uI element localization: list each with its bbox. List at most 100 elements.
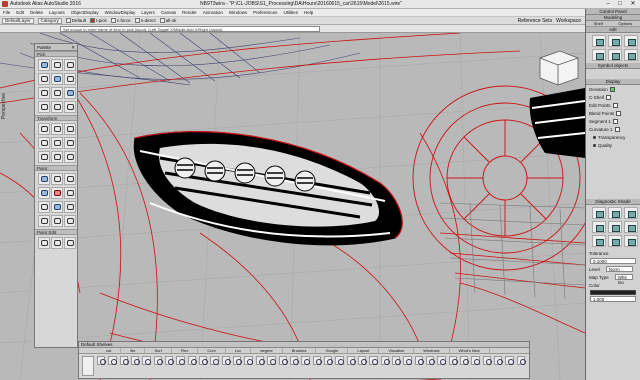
shelf-tab[interactable]: Loc bbox=[226, 348, 252, 353]
shelf-tool-icon[interactable] bbox=[335, 356, 345, 365]
shelf-tool-icon[interactable] bbox=[153, 356, 164, 365]
menu-edit[interactable]: Edit bbox=[16, 10, 24, 15]
shelf-tool-icon[interactable] bbox=[437, 356, 447, 365]
shelf-tool-icon[interactable] bbox=[108, 356, 118, 365]
color-field[interactable]: 1.000 bbox=[590, 296, 636, 302]
shelf-tool-icon[interactable] bbox=[403, 356, 413, 365]
menu-preferences[interactable]: Preferences bbox=[253, 10, 277, 15]
shelf-tab[interactable]: Visualize bbox=[379, 348, 415, 353]
pick-tool-icon[interactable] bbox=[51, 59, 63, 71]
transform-tool-icon[interactable] bbox=[51, 137, 63, 149]
pick-tool-icon[interactable] bbox=[51, 73, 63, 85]
menu-windows[interactable]: Windows bbox=[229, 10, 247, 15]
transform-tool-icon[interactable] bbox=[64, 137, 76, 149]
edit-tool-icon[interactable] bbox=[624, 35, 638, 47]
pick-tool-icon[interactable] bbox=[51, 101, 63, 113]
paint-edit-icon[interactable] bbox=[51, 237, 63, 249]
shelf-tool-icon[interactable] bbox=[244, 356, 254, 365]
display-row[interactable]: Segment 1 bbox=[586, 117, 640, 125]
menu-layers[interactable]: Layers bbox=[141, 10, 155, 15]
brush-tool-icon[interactable] bbox=[51, 201, 63, 213]
display-row[interactable]: Edit Points bbox=[586, 101, 640, 109]
tab-options[interactable]: Options bbox=[618, 21, 632, 26]
shelf-tool-icon[interactable] bbox=[278, 356, 288, 365]
shelf-tool-icon[interactable] bbox=[516, 356, 527, 365]
shelf-tool-icon[interactable] bbox=[391, 356, 402, 365]
category-select[interactable]: Category bbox=[37, 17, 62, 24]
shade-mode-icon[interactable] bbox=[624, 221, 638, 233]
transform-tool-icon[interactable] bbox=[51, 151, 63, 163]
checkbox[interactable] bbox=[605, 94, 611, 100]
shade-mode-icon[interactable] bbox=[592, 207, 606, 219]
menu-objectdisplay[interactable]: ObjectDisplay bbox=[71, 10, 99, 15]
maximize-button[interactable]: □ bbox=[614, 0, 626, 8]
pick-tool-icon[interactable] bbox=[38, 73, 50, 85]
workspace-button[interactable]: Workspace bbox=[556, 18, 581, 24]
paint-edit-icon[interactable] bbox=[38, 237, 50, 249]
pick-tool-icon[interactable] bbox=[38, 59, 50, 71]
shelf-tool-icon[interactable] bbox=[380, 356, 390, 365]
shade-mode-icon[interactable] bbox=[624, 207, 638, 219]
shelf-tab[interactable]: What's New bbox=[450, 348, 490, 353]
menu-utilities[interactable]: Utilities bbox=[283, 10, 298, 15]
reference-sets-button[interactable]: Reference Sets bbox=[518, 18, 552, 24]
checkbox[interactable] bbox=[616, 110, 622, 116]
menu-canvas[interactable]: Canvas bbox=[161, 10, 176, 15]
pick-tool-icon[interactable] bbox=[64, 73, 76, 85]
shelf-tool-icon[interactable] bbox=[414, 356, 425, 365]
shelf-tool-icon[interactable] bbox=[221, 356, 232, 365]
shelf-tool-icon[interactable] bbox=[357, 356, 368, 365]
layer-select[interactable]: DefaultLayer bbox=[2, 17, 34, 24]
shelf-tool-icon[interactable] bbox=[448, 356, 459, 365]
tolerance-field[interactable]: 0.1000 bbox=[590, 258, 636, 264]
shelf-tab[interactable]: Google bbox=[316, 348, 349, 353]
edit-tool-icon[interactable] bbox=[592, 49, 606, 61]
radio-icon[interactable] bbox=[593, 135, 596, 139]
level-select[interactable]: Norm bbox=[605, 266, 633, 272]
close-icon[interactable]: ✕ bbox=[71, 44, 75, 50]
shelf-tool-icon[interactable] bbox=[176, 356, 186, 365]
transform-tool-icon[interactable] bbox=[64, 151, 76, 163]
layer-chip[interactable]: c-force bbox=[110, 18, 131, 23]
shelf-tool-icon[interactable] bbox=[346, 356, 356, 365]
shelf-tool-icon[interactable] bbox=[425, 356, 436, 365]
shade-mode-icon[interactable] bbox=[624, 235, 638, 247]
brush-tool-icon[interactable] bbox=[51, 215, 63, 227]
radio-icon[interactable] bbox=[593, 143, 596, 147]
display-row[interactable]: Blend Points bbox=[586, 109, 640, 117]
menu-file[interactable]: File bbox=[3, 10, 10, 15]
tab-shelf[interactable]: Shelf bbox=[594, 21, 603, 26]
edit-tool-icon[interactable] bbox=[608, 49, 622, 61]
layer-chip[interactable]: all-ok bbox=[159, 18, 176, 23]
paint-edit-icon[interactable] bbox=[64, 237, 76, 249]
menu-layouts[interactable]: Layouts bbox=[49, 10, 65, 15]
radio-row[interactable]: Transparency bbox=[586, 133, 640, 141]
pick-tool-icon[interactable] bbox=[64, 59, 76, 71]
shelf-tab[interactable]: Brushes bbox=[283, 348, 317, 353]
shelf-tool-icon[interactable] bbox=[119, 356, 130, 365]
layer-chip[interactable]: Default bbox=[65, 18, 86, 23]
map-type-select[interactable]: Whit Iso bbox=[614, 274, 633, 285]
shade-mode-icon[interactable] bbox=[608, 221, 622, 233]
pick-tool-icon[interactable] bbox=[64, 101, 76, 113]
shelf-tool-icon[interactable] bbox=[165, 356, 175, 365]
brush-tool-icon[interactable] bbox=[38, 215, 50, 227]
shelf-tab[interactable]: Flex bbox=[172, 348, 199, 353]
shelf-tool-icon[interactable] bbox=[323, 356, 334, 365]
shelf-tab[interactable]: Curv bbox=[198, 348, 226, 353]
brush-tool-icon[interactable] bbox=[38, 173, 50, 185]
display-row[interactable]: Deviation bbox=[586, 85, 640, 93]
brush-tool-icon[interactable] bbox=[51, 187, 63, 199]
shelf-tool-icon[interactable] bbox=[131, 356, 141, 365]
shade-mode-icon[interactable] bbox=[608, 235, 622, 247]
menu-windowdisplay[interactable]: WindowDisplay bbox=[105, 10, 136, 15]
shelf-tab[interactable]: Layout bbox=[348, 348, 380, 353]
viewport-canvas[interactable] bbox=[0, 33, 585, 380]
shade-mode-icon[interactable] bbox=[592, 235, 606, 247]
minimize-button[interactable]: – bbox=[602, 0, 614, 8]
checkbox[interactable] bbox=[612, 102, 618, 108]
edit-tool-icon[interactable] bbox=[608, 35, 622, 47]
shelf-tool-icon[interactable] bbox=[312, 356, 322, 365]
shelf-tool-icon[interactable] bbox=[505, 356, 515, 365]
prompt-input[interactable]: Set mouse to enter name of item to pick … bbox=[60, 25, 320, 32]
